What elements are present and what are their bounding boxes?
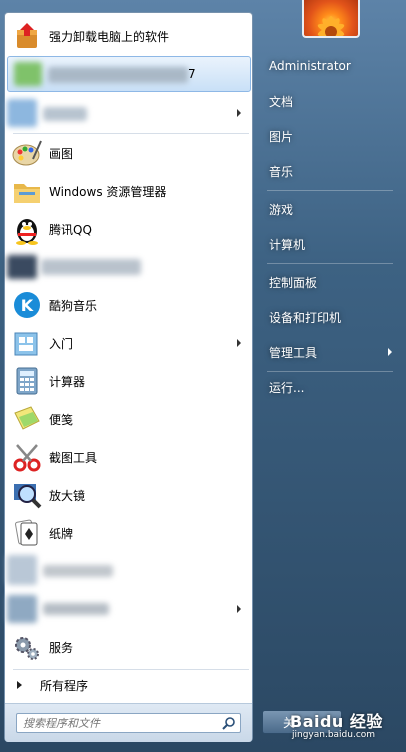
getting-started-icon xyxy=(11,327,43,359)
watermark-url: jingyan.baidu.com xyxy=(292,730,376,740)
kugou-k-icon: K xyxy=(11,289,43,321)
right-item-label: 管理工具 xyxy=(269,345,318,360)
uninstall-box-icon xyxy=(11,20,43,52)
program-calculator[interactable]: 计算器 xyxy=(7,363,251,399)
program-label: 纸牌 xyxy=(49,526,74,541)
right-pane: Administrator 文档 图片 音乐 游戏 计算机 控制面板 设备和打印… xyxy=(255,0,406,752)
program-blurred[interactable] xyxy=(7,553,251,589)
right-item-games[interactable]: 游戏 xyxy=(263,195,398,223)
svg-text:K: K xyxy=(21,296,34,315)
program-label: 放大镜 xyxy=(49,488,86,503)
program-label: Windows 资源管理器 xyxy=(49,184,167,199)
submenu-arrow-icon xyxy=(237,605,241,613)
separator xyxy=(267,190,393,191)
separator xyxy=(13,133,249,134)
program-magnifier[interactable]: 放大镜 xyxy=(7,477,251,513)
right-item-admin-tools[interactable]: 管理工具 xyxy=(263,338,398,366)
right-item-music[interactable]: 音乐 xyxy=(263,157,398,185)
program-label: 画图 xyxy=(49,146,74,161)
program-getting-started[interactable]: 入门 xyxy=(7,325,251,361)
program-kugou-music[interactable]: K 酷狗音乐 xyxy=(7,287,251,323)
program-windows-explorer[interactable]: Windows 资源管理器 xyxy=(7,173,251,209)
submenu-arrow-icon xyxy=(388,348,392,356)
program-label: 服务 xyxy=(49,640,74,655)
program-blurred-submenu[interactable] xyxy=(7,95,251,131)
program-snipping-tool[interactable]: 截图工具 xyxy=(7,439,251,475)
watermark-brand: Baidu 经验 xyxy=(290,712,383,731)
program-blurred-submenu[interactable] xyxy=(7,591,251,627)
program-label: 7 xyxy=(188,67,196,81)
separator xyxy=(267,263,393,264)
right-item-pictures[interactable]: 图片 xyxy=(263,122,398,150)
program-label: 入门 xyxy=(49,336,74,351)
right-item-run[interactable]: 运行... xyxy=(263,373,398,401)
program-services[interactable]: 服务 xyxy=(7,629,251,665)
program-highlighted[interactable]: 7 xyxy=(7,56,251,92)
search-box[interactable] xyxy=(16,713,241,733)
program-qq[interactable]: 腾讯QQ xyxy=(7,211,251,247)
baidu-watermark: Baidu 经验 jingyan.baidu.com xyxy=(290,706,400,746)
right-item-control-panel[interactable]: 控制面板 xyxy=(263,268,398,296)
separator xyxy=(13,669,249,670)
program-blurred[interactable] xyxy=(7,249,251,285)
submenu-arrow-icon xyxy=(237,339,241,347)
search-bar xyxy=(5,703,252,742)
program-solitaire[interactable]: 纸牌 xyxy=(7,515,251,551)
submenu-arrow-icon xyxy=(237,109,241,117)
folder-explorer-icon xyxy=(11,175,43,207)
calculator-icon xyxy=(11,365,43,397)
blurred-label xyxy=(48,67,188,83)
all-programs-button[interactable]: 所有程序 xyxy=(7,673,251,697)
program-label: 便笺 xyxy=(49,412,74,427)
program-uninstaller[interactable]: 强力卸载电脑上的软件 xyxy=(7,18,251,54)
expand-arrow-icon xyxy=(17,681,22,689)
snipping-scissors-icon xyxy=(11,441,43,473)
program-label: 酷狗音乐 xyxy=(49,298,98,313)
right-item-devices-printers[interactable]: 设备和打印机 xyxy=(263,303,398,331)
programs-pane: 强力卸载电脑上的软件 7 画图 Windows 资源管理器 腾讯QQ K 酷狗音… xyxy=(4,12,253,742)
program-label: 强力卸载电脑上的软件 xyxy=(49,29,170,44)
qq-penguin-icon xyxy=(11,213,43,245)
blurred-app-icon xyxy=(12,58,44,90)
program-label: 截图工具 xyxy=(49,450,98,465)
solitaire-card-icon xyxy=(11,517,43,549)
sticky-note-icon xyxy=(11,403,43,435)
all-programs-label: 所有程序 xyxy=(40,678,89,693)
program-label: 计算器 xyxy=(49,374,86,389)
search-icon[interactable] xyxy=(222,716,236,730)
program-sticky-notes[interactable]: 便笺 xyxy=(7,401,251,437)
program-label: 腾讯QQ xyxy=(49,222,92,237)
right-item-user[interactable]: Administrator xyxy=(263,52,398,80)
paint-palette-icon xyxy=(11,137,43,169)
program-paint[interactable]: 画图 xyxy=(7,135,251,171)
right-item-documents[interactable]: 文档 xyxy=(263,87,398,115)
separator xyxy=(267,371,393,372)
services-gears-icon xyxy=(11,631,43,663)
right-item-computer[interactable]: 计算机 xyxy=(263,230,398,258)
magnifier-icon xyxy=(11,479,43,511)
search-input[interactable] xyxy=(17,714,218,732)
